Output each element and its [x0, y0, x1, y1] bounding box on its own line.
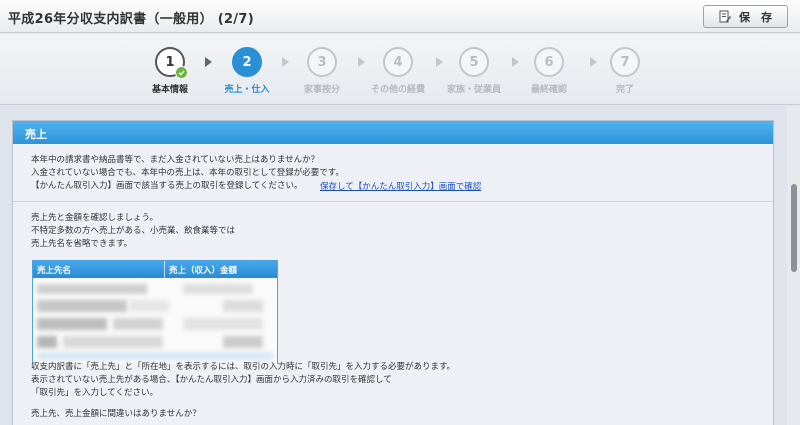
step-3-circle: 3	[307, 47, 337, 77]
save-button-label: 保 存	[739, 10, 772, 24]
step-arrow-icon	[205, 57, 212, 67]
table-row	[37, 318, 107, 330]
confirm-text: 売上先と金額を確認しましょう。 不特定多数の方へ売上がある、小売業、飲食業等では…	[31, 212, 235, 251]
step-3-number: 3	[317, 54, 327, 70]
table-row	[37, 300, 127, 312]
step-2[interactable]: 2 売上・仕入	[212, 47, 282, 95]
save-and-confirm-link[interactable]: 保存して【かんたん取引入力】画面で確認	[320, 180, 481, 192]
step-1-circle: 1	[155, 47, 188, 79]
progress-stepper: 1 基本情報 2 売上・仕入 3 家事按分 4 その他の経費 5 家族・従業員	[0, 34, 800, 105]
step-1[interactable]: 1 基本情報	[135, 47, 205, 95]
question-line: 売上先、売上金額に間違いはありませんか？	[31, 409, 201, 419]
title-bar: 平成26年分収支内訳書（一般用） (2/7) 保 存	[0, 0, 800, 33]
intro-line: 入金されていない場合でも、本年中の売上は、本年の取引として登録が必要です。	[31, 168, 344, 178]
page-title: 平成26年分収支内訳書（一般用） (2/7)	[8, 12, 254, 27]
sales-table: 売上先名 売上（収入）金額	[32, 260, 278, 364]
table-row	[63, 336, 163, 348]
document-edit-icon	[719, 10, 731, 23]
panel-title: 売上	[13, 121, 773, 144]
step-7-circle: 7	[610, 47, 640, 77]
step-4[interactable]: 4 その他の経費	[363, 47, 433, 95]
intro-text: 本年中の請求書や納品書等で、まだ入金されていない売上はありませんか？ 入金されて…	[31, 154, 344, 193]
sales-panel: 売上 本年中の請求書や納品書等で、まだ入金されていない売上はありませんか？ 入金…	[12, 120, 774, 425]
step-5[interactable]: 5 家族・従業員	[439, 47, 509, 95]
step-3[interactable]: 3 家事按分	[287, 47, 357, 95]
table-row	[37, 284, 147, 294]
step-6-circle: 6	[534, 47, 564, 77]
step-4-number: 4	[393, 54, 403, 70]
column-header-amount: 売上（収入）金額	[169, 266, 238, 276]
question-text: 売上先、売上金額に間違いはありませんか？	[31, 408, 201, 421]
step-7-label: 完了	[615, 85, 634, 95]
step-6[interactable]: 6 最終確認	[514, 47, 584, 95]
confirm-line: 売上先名を省略できます。	[31, 239, 133, 249]
note-line: 収支内訳書に「売上先」と「所在地」を表示するには、取引の入力時に「取引先」を入力…	[31, 362, 456, 372]
step-5-circle: 5	[459, 47, 489, 77]
step-4-circle: 4	[383, 47, 413, 77]
step-7[interactable]: 7 完了	[590, 47, 660, 95]
note-text: 収支内訳書に「売上先」と「所在地」を表示するには、取引の入力時に「取引先」を入力…	[31, 361, 455, 400]
step-7-number: 7	[620, 54, 630, 70]
step-6-number: 6	[544, 54, 554, 70]
column-header-customer: 売上先名	[33, 261, 165, 278]
note-line: 表示されていない売上先がある場合、【かんたん取引入力】画面から入力済みの取引を確…	[31, 375, 392, 385]
table-body-redacted	[33, 278, 277, 364]
table-row	[183, 318, 263, 330]
step-4-label: その他の経費	[370, 85, 425, 95]
confirm-line: 売上先と金額を確認しましょう。	[31, 213, 158, 223]
scrollbar-thumb[interactable]	[791, 184, 797, 272]
confirm-line: 不特定多数の方へ売上がある、小売業、飲食業等では	[31, 226, 236, 236]
table-row	[183, 284, 253, 294]
save-button[interactable]: 保 存	[703, 5, 788, 28]
intro-line: 【かんたん取引入力】画面で該当する売上の取引を登録してください。	[31, 181, 303, 191]
step-2-circle: 2	[232, 47, 262, 77]
table-row	[129, 300, 169, 312]
step-5-label: 家族・従業員	[446, 85, 501, 95]
check-icon	[175, 66, 188, 79]
table-row	[223, 300, 263, 312]
step-2-label: 売上・仕入	[224, 85, 270, 95]
table-header: 売上先名 売上（収入）金額	[33, 261, 277, 278]
step-3-label: 家事按分	[303, 85, 340, 95]
table-row	[113, 318, 163, 330]
table-row	[223, 336, 263, 348]
note-line: 「取引先」を入力してください。	[31, 388, 158, 398]
step-1-label: 基本情報	[151, 85, 188, 95]
table-row	[37, 336, 57, 348]
step-1-number: 1	[165, 54, 175, 70]
step-2-number: 2	[242, 54, 252, 70]
step-6-label: 最終確認	[530, 85, 567, 95]
step-5-number: 5	[469, 54, 479, 70]
vertical-scrollbar[interactable]	[787, 106, 800, 425]
table-row	[37, 352, 273, 360]
intro-line: 本年中の請求書や納品書等で、まだ入金されていない売上はありませんか？	[31, 155, 320, 165]
section-divider	[13, 201, 773, 202]
